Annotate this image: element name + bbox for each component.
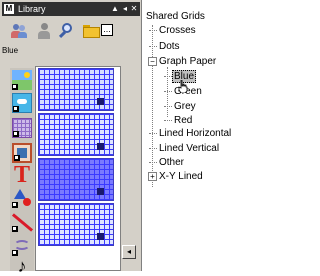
- text-icon[interactable]: T: [12, 163, 32, 187]
- library-scrollbar[interactable]: ◂: [121, 66, 137, 271]
- library-title: Library: [18, 4, 46, 14]
- tree-item-label: X-Y Lined: [159, 171, 203, 182]
- folder-icon[interactable]: [82, 22, 100, 40]
- selected-item-label: Blue: [2, 46, 19, 55]
- person-head-icon: [19, 25, 25, 31]
- grid-badge-icon: [97, 98, 104, 105]
- library-toolbar: ...: [2, 19, 140, 43]
- hand-cursor-icon: [178, 80, 188, 93]
- tree-item-label: Grey: [174, 101, 196, 112]
- library-items-area: [35, 66, 121, 271]
- shortcut-badge-icon: [13, 106, 19, 112]
- tree-item-label: Crosses: [159, 25, 196, 36]
- grid-badge-icon: [97, 143, 104, 150]
- grid-thumbnail[interactable]: [38, 113, 114, 156]
- magnifier-handle: [58, 30, 67, 39]
- shapes-icon[interactable]: [12, 188, 32, 208]
- grid-thumbnail[interactable]: [38, 158, 114, 201]
- folder-body: [83, 27, 100, 38]
- music-icon[interactable]: ♪: [12, 256, 32, 276]
- shortcut-badge-icon: [14, 155, 20, 161]
- tree-connector: [149, 156, 157, 163]
- library-app-icon: M: [4, 4, 14, 14]
- library-panel: M Library ▲ ◂ ✕ ... Blue T ♪ ◂: [0, 0, 142, 276]
- tree-connector: [149, 40, 157, 47]
- wave-icon[interactable]: [12, 236, 32, 256]
- scroll-left-button[interactable]: ◂: [122, 245, 136, 259]
- shortcut-badge-icon: [12, 84, 18, 90]
- library-titlebar[interactable]: M Library ▲ ◂ ✕: [2, 2, 140, 16]
- grid-thumbnail[interactable]: [38, 203, 114, 246]
- search-icon[interactable]: [57, 22, 75, 40]
- tree-connector: [164, 100, 172, 107]
- tree-connector: [164, 114, 172, 121]
- grid-tree-view: Shared Grids Crosses Dots − Graph Paper …: [143, 0, 242, 271]
- tree-connector: [164, 85, 172, 92]
- wave-shape: [14, 240, 30, 250]
- grid-icon[interactable]: [12, 118, 32, 138]
- shared-library-icon[interactable]: [10, 22, 28, 40]
- collapse-icon[interactable]: ▲: [110, 2, 120, 16]
- tree-item-label: Red: [174, 115, 193, 126]
- person-head-icon: [41, 23, 48, 30]
- expand-icon[interactable]: +: [148, 172, 157, 181]
- tree-item-label: Other: [159, 157, 185, 168]
- library-category-strip: T ♪: [10, 68, 34, 276]
- grid-thumbnail[interactable]: [38, 68, 114, 111]
- user-library-icon[interactable]: [35, 22, 53, 40]
- tree-item-label: Lined Vertical: [159, 143, 220, 154]
- circle-shape: [23, 198, 31, 206]
- tree-connector: [149, 127, 157, 134]
- shortcut-badge-icon: [12, 202, 18, 208]
- scene-icon[interactable]: [12, 70, 32, 90]
- collapse-icon[interactable]: −: [148, 57, 157, 66]
- close-icon[interactable]: ✕: [129, 2, 139, 16]
- tree-item-label: Graph Paper: [159, 56, 217, 67]
- tree-item-label: Lined Horizontal: [159, 128, 232, 139]
- grid-badge-icon: [97, 233, 104, 240]
- tree-root-label[interactable]: Shared Grids: [146, 11, 205, 23]
- tree-connector: [149, 142, 157, 149]
- shortcut-badge-icon: [13, 131, 19, 137]
- tree-connector: [164, 70, 172, 77]
- grid-badge-icon: [97, 188, 104, 195]
- person-body-icon: [38, 31, 50, 39]
- sun-shape: [24, 72, 30, 78]
- cloud-shape: [17, 99, 27, 104]
- tree-item-label: Dots: [159, 41, 180, 52]
- photo-icon[interactable]: [12, 93, 32, 113]
- library-menu-button[interactable]: ...: [101, 24, 113, 36]
- frame-icon[interactable]: [12, 143, 32, 163]
- tree-connector: [149, 24, 157, 31]
- shortcut-badge-icon: [12, 226, 18, 232]
- person-body-icon: [18, 32, 27, 38]
- line-icon[interactable]: [11, 212, 34, 232]
